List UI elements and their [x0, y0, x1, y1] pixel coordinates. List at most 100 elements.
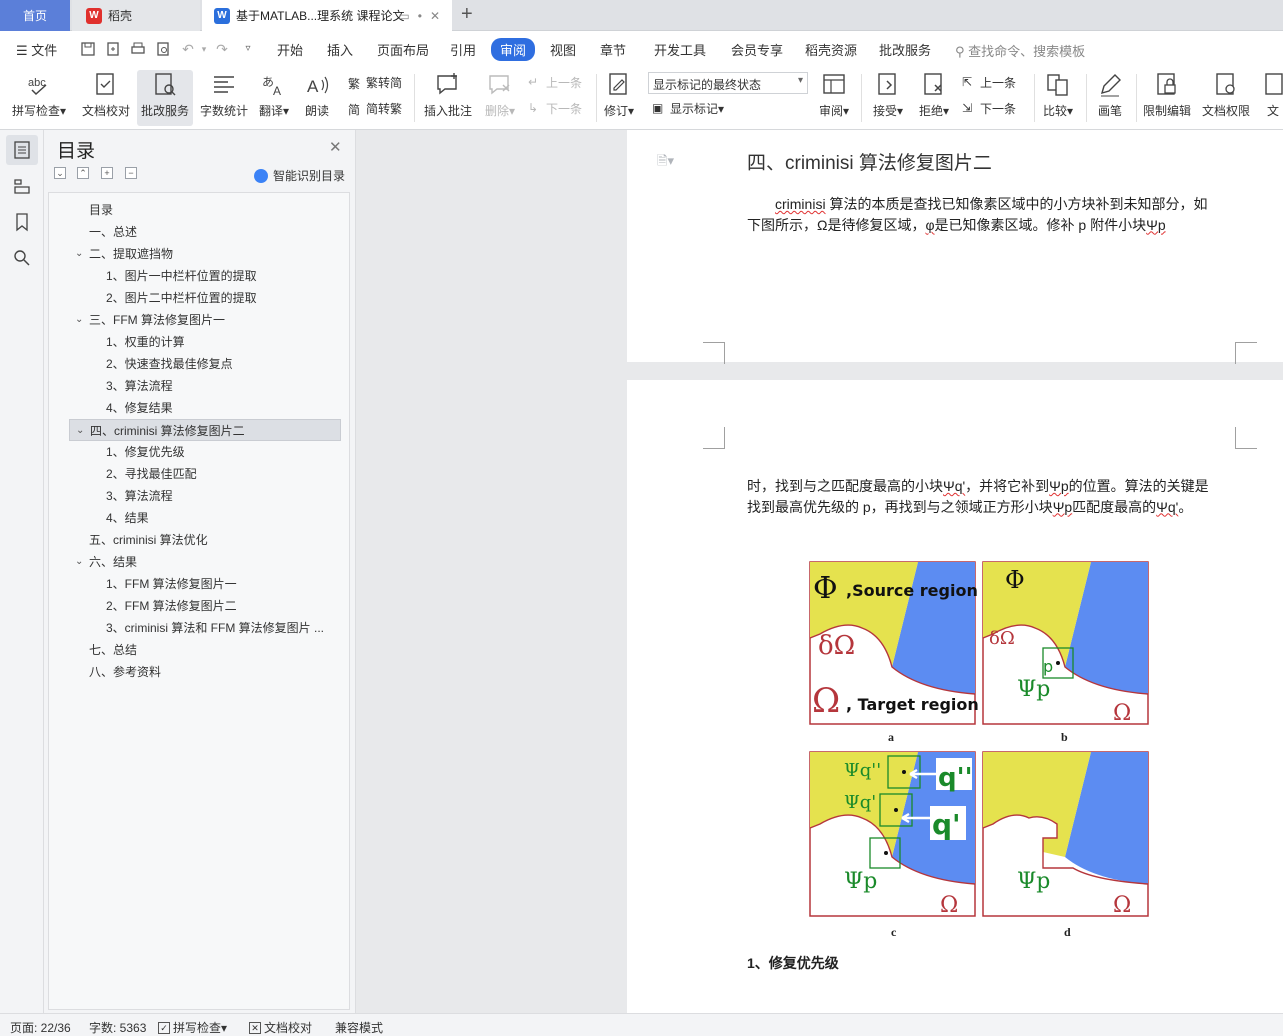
outline-item[interactable]: 一、总述 — [69, 221, 341, 243]
page-indicator[interactable]: 页面: 22/36 — [10, 1019, 71, 1036]
criminisi-figure[interactable]: Φ ,Source region δΩ Ω , Target region a … — [809, 560, 1151, 938]
menu-revise-service[interactable]: 批改服务 — [879, 40, 931, 59]
outline-item[interactable]: 五、criminisi 算法优化 — [69, 529, 341, 551]
export-pdf-icon[interactable] — [105, 41, 121, 57]
outline-item[interactable]: 4、结果 — [69, 507, 341, 529]
translate-button[interactable]: あA 翻译▾ — [250, 70, 298, 126]
misspelled-word[interactable]: Ψp — [1049, 478, 1068, 494]
menu-view[interactable]: 视图 — [550, 40, 576, 59]
collapse-all-icon[interactable]: ⌄ — [54, 167, 66, 179]
reject-button[interactable]: 拒绝▾ — [912, 70, 956, 126]
outline-item[interactable]: 2、寻找最佳匹配 — [69, 463, 341, 485]
status-spellcheck-button[interactable]: ✓ 拼写检查 ▾ — [158, 1019, 227, 1036]
menu-references[interactable]: 引用 — [450, 40, 476, 59]
tab-home[interactable]: 首页 — [0, 0, 70, 31]
chevron-down-icon[interactable]: ⌄ — [75, 243, 83, 265]
undo-dropdown-icon[interactable]: ▾ — [196, 41, 212, 57]
doc-permission-button[interactable]: 文档权限 — [1198, 70, 1254, 126]
outline-item[interactable]: 目录 — [69, 199, 341, 221]
close-tab-icon[interactable]: ✕ — [430, 9, 440, 23]
print-icon[interactable] — [130, 41, 146, 57]
page-22[interactable]: 时，找到与之匹配度最高的小块Ψq'，并将它补到Ψp的位置。算法的关键是找到最高优… — [627, 380, 1283, 1013]
print-preview-icon[interactable] — [155, 41, 171, 57]
chevron-down-icon[interactable]: ⌄ — [76, 420, 84, 442]
outline-item[interactable]: ⌄ 四、criminisi 算法修复图片二 — [69, 419, 341, 441]
tab-daoke[interactable]: W 稻壳 — [72, 0, 200, 31]
outline-item[interactable]: 1、图片一中栏杆位置的提取 — [69, 265, 341, 287]
menu-developer[interactable]: 开发工具 — [654, 40, 706, 59]
word-count-indicator[interactable]: 字数: 5363 — [89, 1019, 146, 1036]
insert-comment-button[interactable]: 插入批注 — [420, 70, 476, 126]
misspelled-word[interactable]: Ψp — [1146, 217, 1165, 233]
tab-document[interactable]: W 基于MATLAB...理系统 课程论文 ▭ • ✕ — [202, 0, 452, 31]
expand-up-icon[interactable]: ⌃ — [77, 167, 89, 179]
outline-item[interactable]: ⌄ 六、结果 — [69, 551, 341, 573]
read-aloud-button[interactable]: A 朗读 — [297, 70, 337, 126]
doc-check-button[interactable]: 文档校对 — [78, 70, 134, 126]
find-icon[interactable] — [12, 248, 32, 268]
undo-icon[interactable]: ↶ — [180, 41, 196, 57]
screen-icon[interactable]: ▭ — [398, 9, 409, 23]
outline-item[interactable]: 1、修复优先级 — [69, 441, 341, 463]
menu-page-layout[interactable]: 页面布局 — [377, 40, 429, 59]
misspelled-word[interactable]: Ψq' — [1156, 499, 1178, 515]
paragraph-2[interactable]: 时，找到与之匹配度最高的小块Ψq'，并将它补到Ψp的位置。算法的关键是找到最高优… — [747, 476, 1215, 517]
menu-insert[interactable]: 插入 — [327, 40, 353, 59]
outline-item[interactable]: ⌄ 三、FFM 算法修复图片一 — [69, 309, 341, 331]
misspelled-word[interactable]: criminisi — [775, 196, 826, 212]
track-changes-button[interactable]: 修订▾ — [599, 70, 639, 126]
pen-button[interactable]: 画笔 — [1090, 70, 1130, 126]
status-doc-check-button[interactable]: ✕ 文档校对 — [249, 1019, 312, 1036]
menu-home[interactable]: 开始 — [277, 40, 303, 59]
prev-comment-button[interactable]: ↵ 上一条 — [528, 74, 582, 91]
word-count-button[interactable]: 字数统计 — [196, 70, 252, 126]
prev-change-button[interactable]: ⇱ 上一条 — [962, 74, 1016, 91]
paragraph-1[interactable]: criminisi 算法的本质是查找已知像素区域中的小方块补到未知部分，如下图所… — [747, 194, 1215, 235]
next-comment-button[interactable]: ↳ 下一条 — [528, 100, 582, 117]
add-heading-icon[interactable]: + — [101, 167, 113, 179]
trad-to-simp-button[interactable]: 繁繁转简 — [348, 74, 402, 91]
next-change-button[interactable]: ⇲ 下一条 — [962, 100, 1016, 117]
compare-button[interactable]: 比较▾ — [1036, 70, 1080, 126]
accept-button[interactable]: 接受▾ — [866, 70, 910, 126]
outline-item[interactable]: 2、FFM 算法修复图片二 — [69, 595, 341, 617]
revise-service-button[interactable]: 批改服务 — [137, 70, 193, 126]
save-icon[interactable] — [80, 41, 96, 57]
misspelled-word[interactable]: Ψq' — [943, 478, 965, 494]
page-options-icon[interactable]: 🗎▾ — [657, 152, 674, 174]
outline-item[interactable]: 3、算法流程 — [69, 485, 341, 507]
chapter-nav-icon[interactable] — [12, 176, 32, 196]
outline-item[interactable]: 八、参考资料 — [69, 661, 341, 683]
outline-item[interactable]: 七、总结 — [69, 639, 341, 661]
new-tab-plus-icon[interactable]: + — [461, 3, 473, 26]
doc-more-button[interactable]: 文 — [1258, 70, 1283, 126]
spellcheck-button[interactable]: abc 拼写检查▾ — [9, 70, 69, 126]
outline-item[interactable]: 1、FFM 算法修复图片一 — [69, 573, 341, 595]
chevron-down-icon[interactable]: ⌄ — [75, 309, 83, 331]
markup-state-select[interactable]: 显示标记的最终状态 — [648, 72, 808, 94]
menu-member[interactable]: 会员专享 — [731, 40, 783, 59]
chevron-down-icon[interactable]: ⌄ — [75, 551, 83, 573]
outline-item[interactable]: 2、快速查找最佳修复点 — [69, 353, 341, 375]
review-pane-button[interactable]: 审阅▾ — [812, 70, 856, 126]
outline-item[interactable]: 4、修复结果 — [69, 397, 341, 419]
command-search[interactable]: ⚲ 查找命令、搜索模板 — [955, 41, 1085, 60]
misspelled-word[interactable]: Ψp — [1053, 499, 1072, 515]
menu-section[interactable]: 章节 — [600, 40, 626, 59]
menu-daoke-resources[interactable]: 稻壳资源 — [805, 40, 857, 59]
bookmark-icon[interactable] — [12, 212, 32, 232]
document-area[interactable]: 🗎▾ 四、criminisi 算法修复图片二 criminisi 算法的本质是查… — [357, 130, 1283, 1013]
file-menu[interactable]: ☰ 文件 — [16, 40, 57, 59]
outline-item[interactable]: 1、权重的计算 — [69, 331, 341, 353]
outline-item[interactable]: 3、criminisi 算法和 FFM 算法修复图片 ... — [69, 617, 341, 639]
close-icon[interactable]: ✕ — [329, 138, 342, 156]
page-21[interactable]: 🗎▾ 四、criminisi 算法修复图片二 criminisi 算法的本质是查… — [627, 130, 1283, 364]
restrict-edit-button[interactable]: 限制编辑 — [1140, 70, 1194, 126]
outline-item[interactable]: 3、算法流程 — [69, 375, 341, 397]
smart-toc-button[interactable]: 智能识别目录 — [254, 167, 345, 184]
outline-icon[interactable] — [12, 140, 32, 160]
delete-comment-button[interactable]: 删除▾ — [478, 70, 522, 126]
misspelled-word[interactable]: φ — [925, 217, 934, 233]
outline-item[interactable]: 2、图片二中栏杆位置的提取 — [69, 287, 341, 309]
customize-toolbar-icon[interactable]: ▿ — [240, 41, 256, 57]
